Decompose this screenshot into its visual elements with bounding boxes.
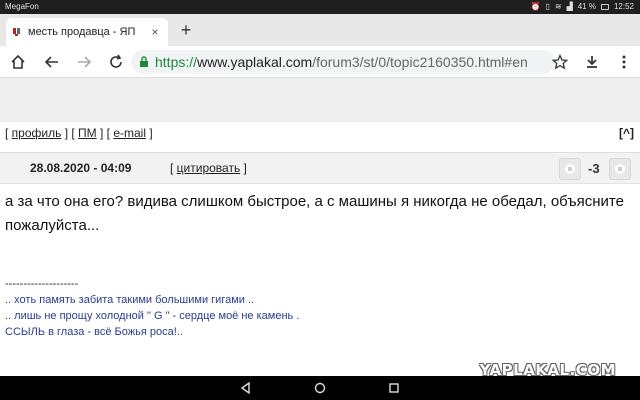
signal-icon: ▟ [566,2,573,11]
reload-icon[interactable] [100,46,132,78]
quote-link[interactable]: цитировать [177,161,241,175]
status-icons: ⏰ ▯ ≋ ▟ 41 % 12:52 [531,0,635,14]
post-header: 28.08.2020 - 04:09 [ цитировать ] -3 [0,152,640,184]
user-links-row: [ профиль ] [ ПМ ] [ e-mail ] [^] [5,124,634,142]
top-gray-band [0,78,640,122]
nav-back-icon[interactable] [234,376,258,400]
signature-line-2: .. лишь не прощу холодной " G " - сердце… [5,310,300,322]
new-tab-button[interactable]: + [176,20,196,40]
signature-line-3: ССЫЛЬ в глаза - всё Божья роса!.. [5,326,183,338]
page-content: [ профиль ] [ ПМ ] [ e-mail ] [^] 28.08.… [0,78,640,376]
toolbar-actions [544,46,640,78]
system-nav-bar [0,376,640,400]
wifi-icon: ≋ [554,2,562,11]
lock-icon [140,56,148,67]
rating-box: -3 [557,157,633,181]
browser-tab[interactable]: месть продавца - ЯП × [6,18,168,46]
home-icon[interactable] [2,46,34,78]
nav-home-icon[interactable] [308,376,332,400]
site-watermark: YAPLAKAL.COM [479,361,616,376]
status-bar: MegaFon ⏰ ▯ ≋ ▟ 41 % 12:52 [0,0,640,14]
vibrate-icon: ▯ [545,2,550,11]
yaplakal-favicon-icon [13,28,20,36]
signature-separator: -------------------- [5,278,79,290]
nav-recents-icon[interactable] [382,376,406,400]
url-host: www.yaplakal.com [197,54,313,70]
battery-icon [600,4,609,10]
thumb-down-icon [565,164,575,174]
url-path: /forum3/st/0/topic2160350.html#en [312,54,528,70]
alarm-icon: ⏰ [530,2,541,11]
battery-percent: 41 % [577,2,596,11]
browser-toolbar: https://www.yaplakal.com/forum3/st/0/top… [0,46,640,78]
signature-line-1: .. хоть память забита такими большими ги… [5,294,255,306]
tab-strip: месть продавца - ЯП × + [0,14,640,46]
back-icon[interactable] [36,46,68,78]
forward-icon[interactable] [68,46,100,78]
vote-up-button[interactable] [609,158,631,180]
post-date: 28.08.2020 - 04:09 [30,161,132,175]
url-scheme: https:// [155,54,198,70]
clock: 12:52 [613,2,634,11]
profile-link[interactable]: профиль [12,126,62,140]
thumb-up-icon [615,164,625,174]
close-tab-icon[interactable]: × [148,25,162,39]
tab-title: месть продавца - ЯП [28,26,136,38]
star-icon[interactable] [544,46,576,78]
download-icon[interactable] [576,46,608,78]
quote-control: [ цитировать ] [170,161,247,175]
rating-count: -3 [588,161,600,176]
address-bar[interactable]: https://www.yaplakal.com/forum3/st/0/top… [131,50,555,74]
email-link[interactable]: e-mail [113,126,146,140]
menu-icon[interactable] [608,46,640,78]
to-top-link[interactable]: [^] [619,124,634,142]
pm-link[interactable]: ПМ [78,126,97,140]
post-body: а за что она его? видива слишком быстрое… [5,193,624,234]
vote-down-button[interactable] [559,158,581,180]
carrier-name: MegaFon [5,2,39,11]
post-signature: -------------------- .. хоть память заби… [5,276,299,340]
